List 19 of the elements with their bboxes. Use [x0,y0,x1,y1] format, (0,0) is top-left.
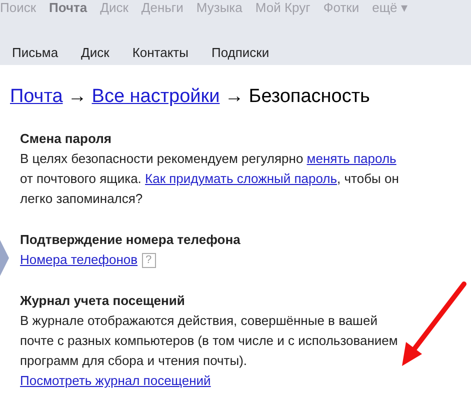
text-link[interactable]: менять пароль [306,151,396,166]
breadcrumb-link[interactable]: Все настройки [92,86,220,108]
section-title: Смена пароля [20,131,112,146]
tab-link[interactable]: Письма [12,45,58,60]
section-title: Журнал учета посещений [20,293,186,308]
tab-link[interactable]: Подписки [211,45,270,60]
section-title: Подтверждение номера телефона [20,232,242,247]
tab-link[interactable]: Диск [81,45,110,60]
text-link[interactable]: Как придумать сложный пароль [145,171,338,186]
text-link[interactable]: Номера телефонов [20,250,138,270]
page-title: Безопасность [248,86,370,108]
text-link[interactable]: Посмотреть журнал посещений [20,373,211,388]
breadcrumb-separator: → [68,86,87,108]
breadcrumb-separator: → [224,86,244,108]
breadcrumb-link[interactable]: Почта [10,86,63,108]
chevron-shape [0,240,9,276]
paragraph: В целях безопасности рекомендуем регулярно менять пароль от почтового ящика. Как придумать сложный пароль, чтобы он легко запоминался? [20,150,400,208]
tab-link[interactable]: Контакты [132,45,188,60]
paragraph: В журнале отображаются действия, совершённые в вашей почте с разных компьютеров (в том числе и с использованием программ для сбора и чтения почты). Посмотреть журнал посещений [20,312,399,390]
